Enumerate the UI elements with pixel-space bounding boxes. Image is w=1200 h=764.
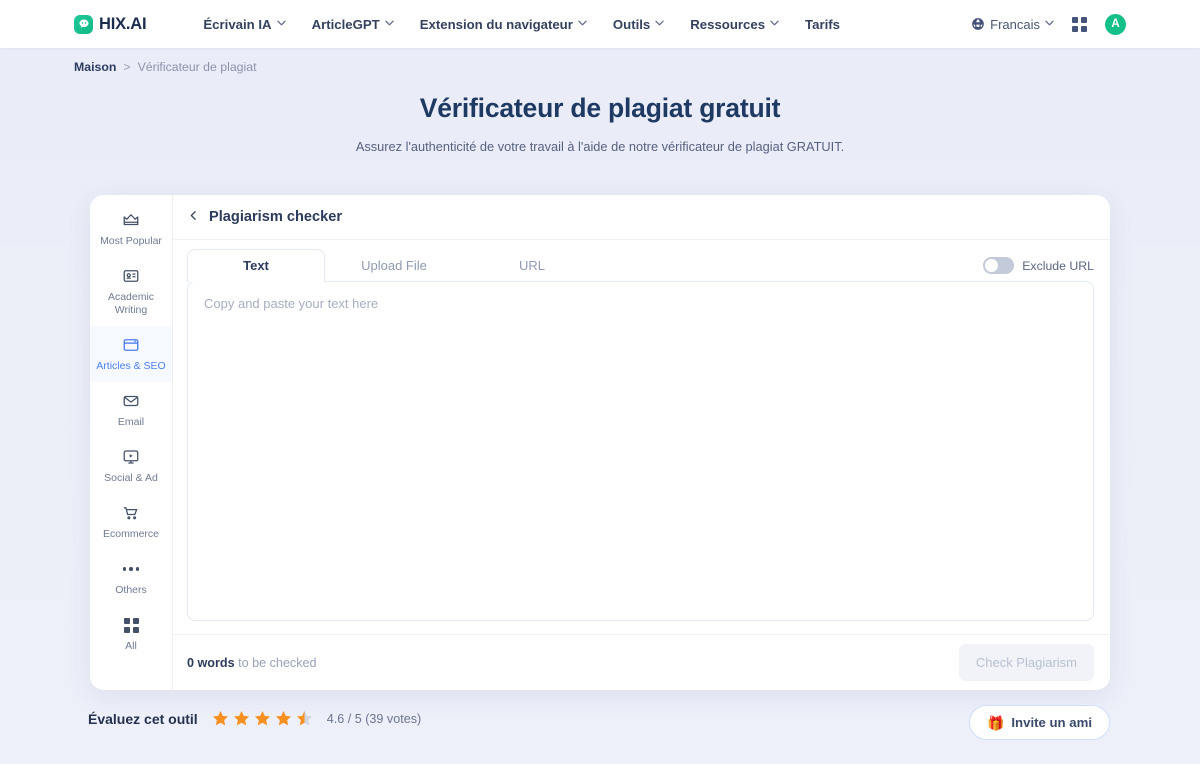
sidebar-item-label: Others [115, 584, 147, 596]
nav-item-ressources[interactable]: Ressources [690, 17, 779, 32]
word-count-status: 0 words to be checked [187, 656, 317, 670]
sidebar-item-label: Academic Writing [107, 291, 155, 316]
tool-panel: Plagiarism checker Text Upload File URL … [172, 195, 1110, 690]
browser-window-icon [122, 336, 140, 354]
exclude-url-toggle[interactable]: Exclude URL [983, 257, 1094, 282]
nav-label: Ressources [690, 16, 766, 32]
globe-icon [971, 17, 985, 31]
tool-card: Most Popular Academic Writing Articles &… [90, 195, 1110, 690]
chevron-down-icon [385, 20, 394, 29]
page-subtitle: Assurez l'authenticité de votre travail … [355, 139, 845, 154]
text-input-area[interactable]: Copy and paste your text here [187, 281, 1094, 621]
word-count-suffix: to be checked [234, 655, 317, 670]
sidebar-item-all[interactable]: All [90, 606, 172, 662]
editor-placeholder: Copy and paste your text here [204, 296, 379, 311]
nav-item-ecrivain-ia[interactable]: Écrivain IA [203, 16, 286, 32]
sidebar-item-social-ad[interactable]: Social & Ad [90, 438, 172, 494]
avatar[interactable]: A [1105, 13, 1126, 35]
category-sidebar: Most Popular Academic Writing Articles &… [90, 195, 172, 690]
sidebar-item-email[interactable]: Email [90, 382, 172, 438]
breadcrumb: Maison > Vérificateur de plagiat [74, 60, 257, 74]
nav-item-outils[interactable]: Outils [613, 17, 664, 32]
chevron-down-icon [1045, 20, 1054, 29]
shopping-cart-icon [122, 504, 140, 522]
nav-label: Tarifs [805, 16, 840, 32]
sidebar-item-label: Social & Ad [104, 472, 158, 484]
page-root: HIX.AI Écrivain IA ArticleGPT Extension … [0, 0, 1200, 764]
breadcrumb-current: Vérificateur de plagiat [137, 60, 257, 74]
page-title: Vérificateur de plagiat gratuit [419, 93, 781, 123]
grid-icon [123, 616, 139, 634]
chevron-left-icon[interactable] [187, 209, 200, 225]
nav-item-tarifs[interactable]: Tarifs [805, 17, 840, 32]
nav-item-articlegpt[interactable]: ArticleGPT [312, 17, 394, 32]
id-card-icon [122, 267, 140, 285]
sidebar-item-articles-seo[interactable]: Articles & SEO [90, 326, 172, 382]
hix-chat-logo-icon [74, 14, 93, 34]
nav-label: Écrivain IA [203, 16, 272, 32]
sidebar-item-most-popular[interactable]: Most Popular [90, 201, 172, 257]
star-icon-full [275, 710, 291, 726]
sidebar-item-label: All [125, 640, 137, 652]
sidebar-item-label: Email [117, 416, 145, 428]
star-icon-full [254, 710, 270, 726]
star-icon-full [212, 710, 228, 726]
chevron-down-icon [578, 20, 587, 29]
monitor-play-icon [122, 448, 140, 466]
top-navigation-bar: HIX.AI Écrivain IA ArticleGPT Extension … [0, 0, 1200, 48]
tab-upload-file[interactable]: Upload File [325, 249, 463, 282]
star-icon-half [296, 710, 312, 726]
apps-grid-icon[interactable] [1072, 16, 1087, 32]
rating-widget: Évaluez cet outil 4.6 / 5 (39 votes) [88, 709, 421, 728]
envelope-icon [122, 392, 140, 410]
sidebar-item-label: Articles & SEO [96, 360, 166, 372]
panel-header: Plagiarism checker [173, 195, 1110, 240]
sidebar-item-label: Ecommerce [102, 528, 159, 540]
exclude-url-label: Exclude URL [1022, 258, 1094, 273]
brand-logo-text: HIX.AI [99, 14, 147, 33]
breadcrumb-separator: > [123, 60, 131, 74]
language-selector[interactable]: Francais [971, 17, 1054, 32]
nav-label: ArticleGPT [311, 16, 380, 32]
crown-icon [122, 211, 140, 229]
star-rating[interactable] [211, 709, 314, 728]
chevron-down-icon [276, 20, 286, 29]
main-nav: Écrivain IA ArticleGPT Extension du navi… [203, 17, 840, 32]
rating-value-text: 4.6 / 5 (39 votes) [326, 711, 422, 726]
sidebar-item-label: Most Popular [100, 235, 162, 247]
chevron-down-icon [655, 20, 664, 29]
panel-footer: 0 words to be checked Check Plagiarism [173, 634, 1110, 690]
rating-label: Évaluez cet outil [88, 710, 198, 727]
toggle-switch[interactable] [983, 257, 1015, 274]
panel-title: Plagiarism checker [209, 209, 343, 225]
nav-right-group: Francais A [971, 13, 1126, 35]
star-icon-full [233, 710, 249, 726]
nav-label: Outils [612, 16, 651, 32]
check-plagiarism-button[interactable]: Check Plagiarism [958, 644, 1094, 681]
invite-friend-label: Invite un ami [1011, 715, 1092, 730]
sidebar-item-ecommerce[interactable]: Ecommerce [90, 494, 172, 550]
tab-text[interactable]: Text [187, 249, 325, 282]
chevron-down-icon [770, 20, 779, 29]
breadcrumb-home-link[interactable]: Maison [74, 60, 116, 74]
ellipsis-icon [122, 560, 140, 578]
gift-icon: 🎁 [986, 714, 1005, 731]
sidebar-item-others[interactable]: Others [90, 550, 172, 606]
tab-url[interactable]: URL [463, 249, 601, 282]
nav-item-extension-navigateur[interactable]: Extension du navigateur [420, 17, 587, 32]
nav-label: Extension du navigateur [419, 16, 573, 32]
word-count-value: 0 words [187, 655, 235, 670]
brand-logo[interactable]: HIX.AI [74, 14, 147, 34]
language-label: Francais [990, 16, 1040, 32]
input-mode-tabs: Text Upload File URL Exclude URL [173, 240, 1110, 282]
invite-friend-button[interactable]: 🎁 Invite un ami [968, 705, 1110, 740]
sidebar-item-academic-writing[interactable]: Academic Writing [90, 257, 172, 326]
